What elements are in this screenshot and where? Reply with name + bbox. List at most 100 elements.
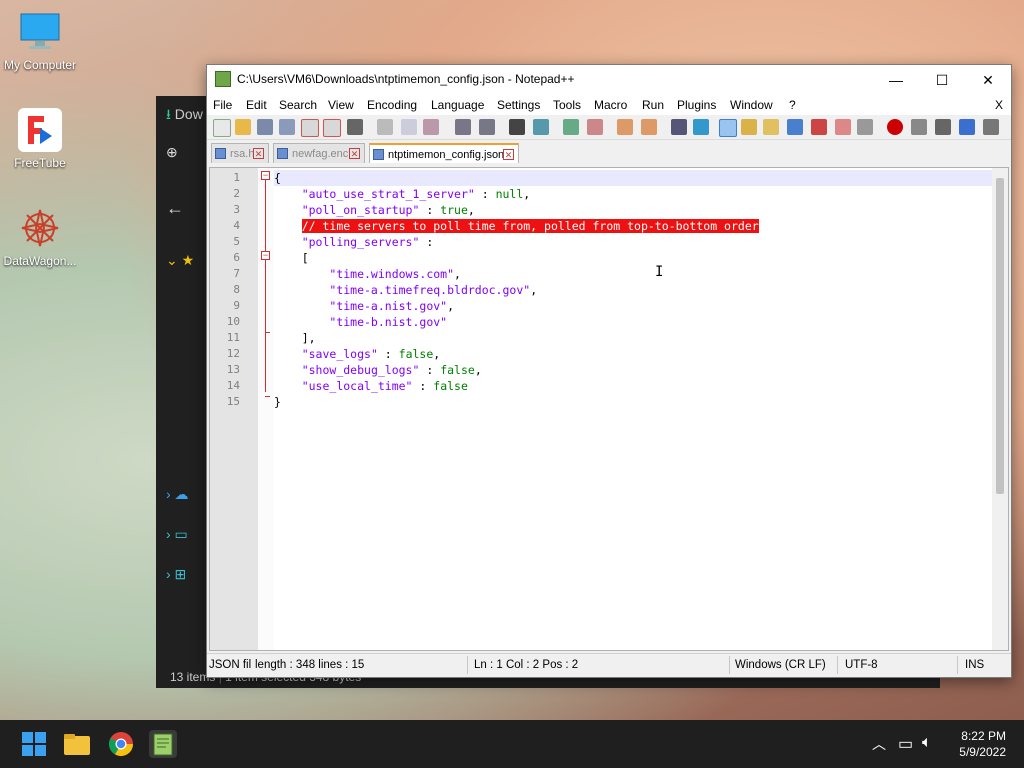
cut-icon[interactable] (377, 119, 393, 135)
tab-newfag-enc[interactable]: newfag.enc ✕ (273, 143, 365, 163)
code-line[interactable]: } (274, 394, 281, 410)
code-line[interactable]: "use_local_time" : false (274, 378, 468, 394)
save-icon[interactable] (257, 119, 273, 135)
tab-ntptimemon-config-json[interactable]: ntptimemon_config.json ✕ (369, 143, 519, 163)
zoom-out-icon[interactable] (587, 119, 603, 135)
fold-toggle-icon[interactable]: − (261, 251, 270, 260)
sync-scroll-vertical-icon[interactable] (617, 119, 633, 135)
menu-search[interactable]: Search (279, 98, 317, 112)
minimize-button[interactable]: — (873, 65, 919, 95)
menu-run[interactable]: Run (642, 98, 664, 112)
find-icon[interactable] (509, 119, 525, 135)
file-icon (215, 148, 226, 159)
code-line[interactable]: "time.windows.com", (274, 266, 461, 282)
network-icon[interactable]: › ⊞ (166, 566, 186, 583)
punctuation-token (274, 315, 329, 329)
document-map-icon[interactable] (763, 119, 779, 135)
new-tab-icon[interactable]: ⊕ (166, 144, 178, 161)
this-pc-icon[interactable]: › ▭ (166, 526, 188, 543)
function-list-icon[interactable] (787, 119, 803, 135)
system-clock[interactable]: 8:22 PM 5/9/2022 (959, 728, 1006, 760)
code-line[interactable]: "show_debug_logs" : false, (274, 362, 482, 378)
close-tab-icon[interactable]: ✕ (503, 149, 514, 160)
string-token: "save_logs" (301, 347, 378, 361)
eye-icon[interactable] (857, 119, 873, 135)
sync-scroll-horizontal-icon[interactable] (641, 119, 657, 135)
desktop-icon-label: DataWagon... (3, 254, 77, 268)
menu-tools[interactable]: Tools (553, 98, 581, 112)
desktop-icon-freetube[interactable]: FreeTube (0, 108, 80, 170)
menu-language[interactable]: Language (431, 98, 484, 112)
word-wrap-icon[interactable] (671, 119, 687, 135)
close-tab-icon[interactable]: ✕ (253, 148, 264, 159)
code-line[interactable]: [ (274, 250, 309, 266)
code-line[interactable]: "time-a.timefreq.bldrdoc.gov", (274, 282, 537, 298)
menu-view[interactable]: View (328, 98, 354, 112)
save-all-icon[interactable] (279, 119, 295, 135)
code-line[interactable]: { (274, 170, 992, 186)
maximize-button[interactable]: ☐ (919, 65, 965, 95)
copy-icon[interactable] (401, 119, 417, 135)
code-line[interactable]: "auto_use_strat_1_server" : null, (274, 186, 531, 202)
indent-guide-icon[interactable] (719, 119, 737, 137)
close-document-button[interactable]: X (995, 98, 1003, 112)
title-bar[interactable]: C:\Users\VM6\Downloads\ntptimemon_config… (207, 65, 1011, 95)
start-button[interactable] (20, 730, 48, 758)
notepadpp-taskbar-button[interactable] (149, 730, 177, 758)
undo-icon[interactable] (455, 119, 471, 135)
desktop-icon-my-computer[interactable]: My Computer (0, 10, 80, 72)
code-line[interactable]: "save_logs" : false, (274, 346, 441, 362)
onedrive-icon[interactable]: › ☁ (166, 486, 189, 503)
show-all-characters-icon[interactable] (693, 119, 709, 135)
paste-icon[interactable] (423, 119, 439, 135)
code-line[interactable]: // time servers to poll time from, polle… (274, 218, 759, 234)
run-macro-multiple-icon[interactable] (959, 119, 975, 135)
vertical-scrollbar[interactable] (992, 168, 1008, 650)
editor-area[interactable]: 1 2 3 4 5 6 7 8 9 10 11 12 13 14 15 − − { "auto_use_st… (209, 167, 1009, 651)
menu-macro[interactable]: Macro (594, 98, 627, 112)
replace-icon[interactable] (533, 119, 549, 135)
record-macro-icon[interactable] (887, 119, 903, 135)
file-icon (373, 149, 384, 160)
redo-icon[interactable] (479, 119, 495, 135)
notepadpp-window[interactable]: C:\Users\VM6\Downloads\ntptimemon_config… (206, 64, 1012, 678)
print-icon[interactable] (347, 119, 363, 135)
code-line[interactable]: "time-a.nist.gov", (274, 298, 454, 314)
stop-macro-icon[interactable] (911, 119, 927, 135)
zoom-in-icon[interactable] (563, 119, 579, 135)
code-line[interactable]: ], (274, 330, 316, 346)
back-arrow-icon[interactable]: ← (166, 198, 184, 219)
open-file-icon[interactable] (235, 119, 251, 135)
volume-tray-icon[interactable]: 🔈︎ (922, 734, 932, 752)
tab-rsa-h[interactable]: rsa.h ✕ (211, 143, 269, 163)
code-line[interactable]: "time-b.nist.gov" (274, 314, 447, 330)
menu-edit[interactable]: Edit (246, 98, 267, 112)
close-button[interactable]: ✕ (965, 65, 1011, 95)
folder-as-workspace-icon[interactable] (811, 119, 827, 135)
monitoring-icon[interactable] (835, 119, 851, 135)
desktop-icon-datawagon[interactable]: DataWagon... (0, 206, 80, 268)
code-line[interactable]: "poll_on_startup" : true, (274, 202, 475, 218)
scrollbar-thumb[interactable] (996, 178, 1004, 494)
menu-plugins[interactable]: Plugins (677, 98, 716, 112)
menu-encoding[interactable]: Encoding (367, 98, 417, 112)
menu-window[interactable]: Window (730, 98, 773, 112)
chrome-taskbar-button[interactable] (107, 730, 135, 758)
menu-help[interactable]: ? (789, 98, 796, 112)
code-text[interactable]: { "auto_use_strat_1_server" : null, "pol… (274, 168, 992, 650)
menu-settings[interactable]: Settings (497, 98, 540, 112)
file-explorer-taskbar-button[interactable] (63, 730, 91, 758)
user-defined-language-icon[interactable] (741, 119, 757, 135)
quick-access-star-icon[interactable]: ⌄ ★ (166, 252, 194, 269)
show-hidden-icons-button[interactable]: ︿ (872, 734, 886, 754)
menu-file[interactable]: File (213, 98, 232, 112)
fold-toggle-icon[interactable]: − (261, 171, 270, 180)
new-file-icon[interactable] (213, 119, 231, 137)
network-tray-icon[interactable]: ▭ (898, 734, 913, 754)
code-line[interactable]: "polling_servers" : (274, 234, 434, 250)
close-all-icon[interactable] (323, 119, 341, 137)
play-macro-icon[interactable] (935, 119, 951, 135)
save-macro-icon[interactable] (983, 119, 999, 135)
close-tab-icon[interactable]: ✕ (349, 148, 360, 159)
close-file-icon[interactable] (301, 119, 319, 137)
